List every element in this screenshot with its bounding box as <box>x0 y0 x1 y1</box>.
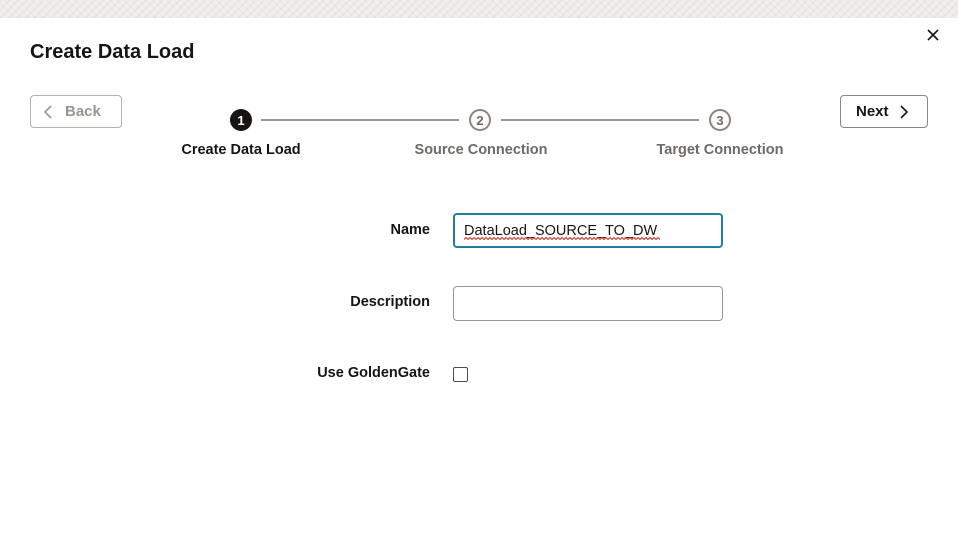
chevron-right-icon <box>899 104 908 119</box>
back-button[interactable]: Back <box>30 95 122 128</box>
background-strip <box>0 0 958 18</box>
use-goldengate-checkbox[interactable] <box>453 367 468 382</box>
use-goldengate-label: Use GoldenGate <box>317 365 430 381</box>
name-input[interactable] <box>453 213 723 248</box>
step-2-label[interactable]: Source Connection <box>391 142 571 158</box>
close-button[interactable] <box>922 24 944 46</box>
train-connector <box>501 119 699 121</box>
chevron-left-icon <box>43 104 52 119</box>
description-label: Description <box>350 294 430 310</box>
dialog-title: Create Data Load <box>30 41 195 63</box>
next-button[interactable]: Next <box>840 95 928 128</box>
description-input[interactable] <box>453 286 723 321</box>
step-3-label[interactable]: Target Connection <box>630 142 810 158</box>
step-2-indicator[interactable]: 2 <box>469 109 491 131</box>
step-1-label[interactable]: Create Data Load <box>151 142 331 158</box>
train-connector <box>261 119 459 121</box>
step-3-indicator[interactable]: 3 <box>709 109 731 131</box>
close-icon <box>927 29 939 41</box>
next-button-label: Next <box>856 103 889 120</box>
name-label: Name <box>390 222 431 238</box>
step-1-indicator[interactable]: 1 <box>230 109 252 131</box>
back-button-label: Back <box>65 103 101 120</box>
